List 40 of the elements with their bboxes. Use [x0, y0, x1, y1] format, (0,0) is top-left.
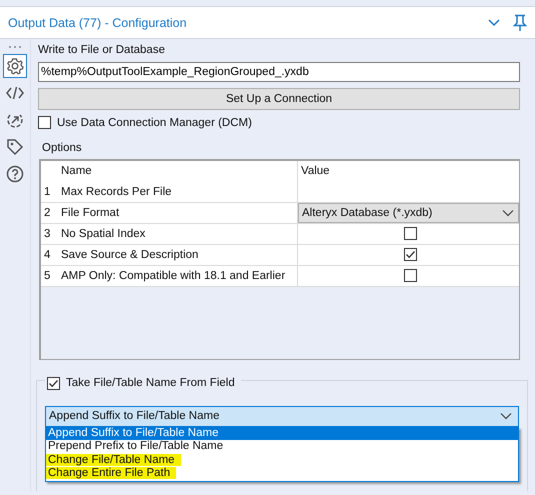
row-number: 5	[43, 268, 52, 284]
dropdown-option[interactable]: Change File/Table Name	[46, 454, 518, 467]
chevron-down-icon	[500, 412, 512, 420]
row-number: 4	[43, 248, 52, 262]
table-cell: AMP Only: Compatible with 18.1 and Earlier	[59, 266, 298, 286]
option-label: Prepend Prefix to File/Table Name	[48, 440, 224, 452]
table-cell: No Spatial Index	[59, 224, 298, 244]
dropdown-value: Append Suffix to File/Table Name	[49, 410, 220, 422]
pin-icon[interactable]	[513, 14, 527, 32]
more-icon[interactable]	[8, 45, 22, 49]
row-number: 1	[43, 184, 52, 200]
checkbox[interactable]	[404, 227, 416, 240]
option-label: Change File/Table Name	[46, 454, 181, 466]
chevron-down-icon	[502, 208, 514, 216]
checkbox[interactable]	[38, 116, 51, 129]
section-label: Options	[41, 142, 83, 156]
file-format-dropdown[interactable]: Alteryx Database (*.yxdb)	[298, 202, 519, 222]
checkbox[interactable]	[404, 248, 416, 261]
row-number: 2	[43, 206, 52, 220]
dropdown-option[interactable]: Change Entire File Path	[46, 467, 518, 480]
table-cell: Max Records Per File	[59, 182, 298, 202]
dropdown-value: Alteryx Database (*.yxdb)	[302, 206, 432, 218]
mode-dropdown[interactable]: Append Suffix to File/Table Name	[45, 406, 519, 426]
dropdown-option[interactable]: Append Suffix to File/Table Name	[46, 426, 518, 440]
checkbox-label: Use Data Connection Manager (DCM)	[57, 116, 252, 128]
checkbox[interactable]	[404, 269, 416, 282]
option-label: Change Entire File Path	[46, 467, 176, 479]
chevron-down-icon[interactable]	[487, 18, 501, 28]
panel-title: Output Data (77) - Configuration	[8, 16, 187, 30]
checkbox-label: Take File/Table Name From Field	[66, 377, 235, 389]
dropdown-option[interactable]: Prepend Prefix to File/Table Name	[46, 440, 518, 454]
checkbox[interactable]	[47, 376, 60, 390]
path-field[interactable]: %temp%OutputToolExample_RegionGrouped_.yxdb	[38, 62, 520, 82]
table-cell: Save Source & Description	[59, 244, 298, 264]
column-header: Value	[300, 164, 331, 179]
setup-connection-button[interactable]: Set Up a Connection	[38, 88, 520, 110]
row-number: 3	[43, 226, 52, 242]
section-label: Write to File or Database	[38, 44, 166, 56]
gear-icon[interactable]	[3, 54, 27, 78]
option-label: Append Suffix to File/Table Name	[48, 426, 218, 438]
